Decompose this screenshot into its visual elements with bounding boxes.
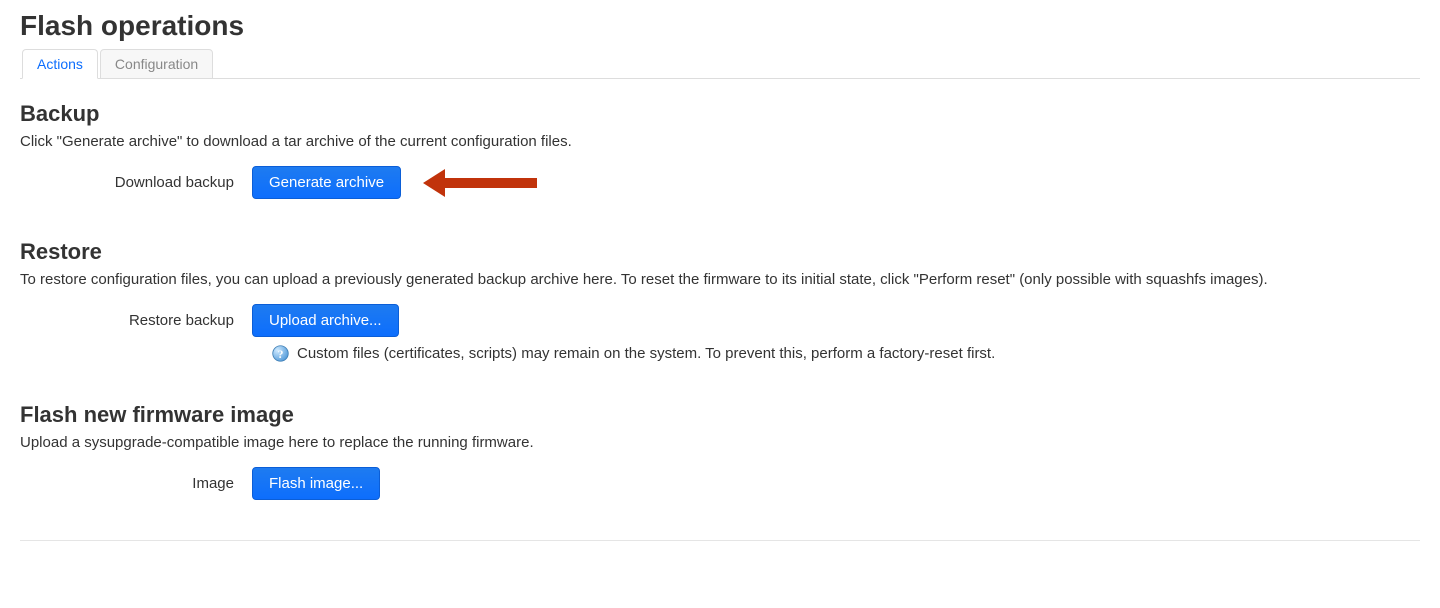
- tab-actions[interactable]: Actions: [22, 49, 98, 79]
- restore-title: Restore: [20, 239, 1420, 265]
- generate-archive-button[interactable]: Generate archive: [252, 166, 401, 199]
- backup-description: Click "Generate archive" to download a t…: [20, 133, 1420, 150]
- backup-row: Download backup Generate archive: [20, 166, 1420, 199]
- flash-control: Flash image...: [252, 467, 380, 500]
- flash-description: Upload a sysupgrade-compatible image her…: [20, 434, 1420, 451]
- arrow-left-icon: [423, 169, 445, 197]
- restore-hint-text: Custom files (certificates, scripts) may…: [297, 345, 995, 362]
- flash-image-button[interactable]: Flash image...: [252, 467, 380, 500]
- info-icon: ?: [272, 345, 289, 362]
- restore-description: To restore configuration files, you can …: [20, 271, 1420, 288]
- download-backup-label: Download backup: [20, 174, 252, 191]
- annotation-arrow: [423, 169, 537, 197]
- upload-archive-button[interactable]: Upload archive...: [252, 304, 399, 337]
- restore-row: Restore backup Upload archive...: [20, 304, 1420, 337]
- page-root: Flash operations Actions Configuration B…: [0, 0, 1440, 569]
- flash-title: Flash new firmware image: [20, 402, 1420, 428]
- restore-backup-label: Restore backup: [20, 312, 252, 329]
- section-restore: Restore To restore configuration files, …: [20, 239, 1420, 362]
- svg-text:?: ?: [278, 348, 284, 361]
- backup-title: Backup: [20, 101, 1420, 127]
- image-label: Image: [20, 475, 252, 492]
- restore-control: Upload archive...: [252, 304, 399, 337]
- page-title: Flash operations: [20, 10, 1420, 42]
- arrow-shaft: [445, 178, 537, 188]
- tab-configuration[interactable]: Configuration: [100, 49, 213, 79]
- restore-hint-row: ? Custom files (certificates, scripts) m…: [272, 345, 1420, 362]
- page-separator: [20, 540, 1420, 541]
- tabs: Actions Configuration: [22, 49, 1420, 79]
- tabs-bar: Actions Configuration: [20, 48, 1420, 79]
- section-backup: Backup Click "Generate archive" to downl…: [20, 101, 1420, 199]
- section-flash: Flash new firmware image Upload a sysupg…: [20, 402, 1420, 500]
- backup-control: Generate archive: [252, 166, 537, 199]
- flash-row: Image Flash image...: [20, 467, 1420, 500]
